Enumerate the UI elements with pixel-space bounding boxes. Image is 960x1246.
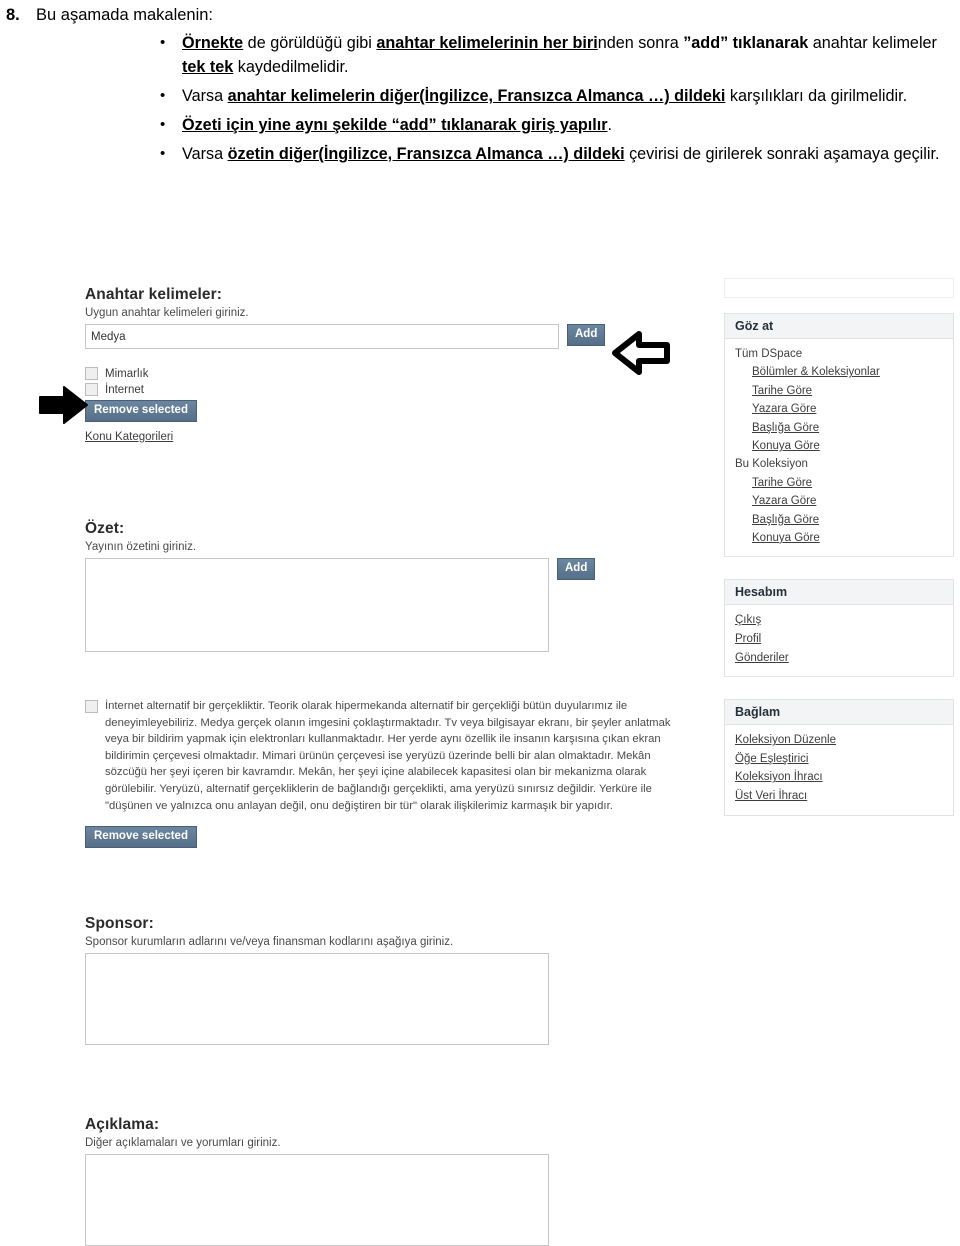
bullet-item-1: Örnekte de görüldüğü gibi anahtar kelime…: [0, 32, 960, 80]
browse-all-link-0[interactable]: Bölümler & Koleksiyonlar: [735, 363, 944, 381]
panel-context: Bağlam Koleksiyon Düzenle Öğe Eşleştiric…: [724, 699, 954, 816]
item-number: 8.: [6, 6, 20, 24]
browse-collection-label: Bu Koleksiyon: [735, 458, 808, 471]
panel-browse-body: Tüm DSpace Bölümler & Koleksiyonlar Tari…: [725, 339, 953, 556]
link-konuya-gore-coll[interactable]: Konuya Göre: [752, 532, 820, 544]
browse-group-collection: Bu Koleksiyon Tarihe Göre Yazara Göre Ba…: [735, 455, 944, 547]
keyword-input[interactable]: [85, 324, 559, 349]
checkbox-icon[interactable]: [85, 700, 98, 713]
panel-browse-title: Göz at: [725, 314, 953, 339]
browse-all-link-2[interactable]: Yazara Göre: [735, 400, 944, 418]
bullet-list: Örnekte de görüldüğü gibi anahtar kelime…: [0, 32, 960, 167]
bullet-text-1: Örnekte de görüldüğü gibi anahtar kelime…: [182, 34, 937, 77]
browse-collection-link-0[interactable]: Tarihe Göre: [735, 474, 944, 492]
panel-account-body: Çıkış Profil Gönderiler: [725, 605, 953, 676]
account-link-0[interactable]: Çıkış: [735, 611, 944, 630]
instruction-block: 8. Bu aşamada makalenin: Örnekte de görü…: [0, 0, 960, 172]
description-textarea[interactable]: [85, 1154, 549, 1246]
checkbox-icon[interactable]: [85, 383, 98, 396]
abstract-entry-section: İnternet alternatif bir gerçekliktir. Te…: [85, 698, 700, 848]
keyword-add-button[interactable]: Add: [567, 324, 606, 346]
browse-all-link-1[interactable]: Tarihe Göre: [735, 382, 944, 400]
arrow-right-annotation-icon: [39, 386, 88, 424]
browse-collection-link-3[interactable]: Konuya Göre: [735, 529, 944, 547]
bullet-text-4: Varsa özetin diğer(İngilizce, Fransızca …: [182, 145, 940, 164]
keyword-checkbox-label-1: Mimarlık: [105, 367, 149, 380]
numbered-item: 8. Bu aşamada makalenin:: [0, 0, 960, 26]
description-section: Açıklama: Diğer açıklamaları ve yorumlar…: [85, 1116, 690, 1246]
browse-all-link-3[interactable]: Başlığa Göre: [735, 419, 944, 437]
bullet-item-2: Varsa anahtar kelimelerin diğer(İngilizc…: [0, 85, 960, 109]
account-link-2[interactable]: Gönderiler: [735, 649, 944, 668]
description-hint: Diğer açıklamaları ve yorumları giriniz.: [85, 1137, 281, 1149]
link-gonderiler[interactable]: Gönderiler: [735, 652, 789, 664]
panel-context-body: Koleksiyon Düzenle Öğe Eşleştirici Kolek…: [725, 725, 953, 815]
browse-collection-link-1[interactable]: Yazara Göre: [735, 492, 944, 510]
bullet-item-3: Özeti için yine aynı şekilde “add” tıkla…: [0, 114, 960, 138]
sponsor-section: Sponsor: Sponsor kurumların adlarını ve/…: [85, 915, 690, 1045]
bullet-text-2: Varsa anahtar kelimelerin diğer(İngilizc…: [182, 87, 908, 106]
sidebar-top-blank-panel: [724, 278, 954, 298]
sponsor-label: Sponsor:: [85, 915, 154, 932]
context-link-1[interactable]: Öğe Eşleştirici: [735, 750, 944, 769]
abstract-add-button[interactable]: Add: [557, 558, 596, 580]
browse-group-all: Tüm DSpace Bölümler & Koleksiyonlar Tari…: [735, 345, 944, 455]
link-ust-veri-ihraci[interactable]: Üst Veri İhracı: [735, 790, 807, 802]
abstract-entry-row: İnternet alternatif bir gerçekliktir. Te…: [85, 698, 690, 814]
keywords-remove-selected-button[interactable]: Remove selected: [85, 400, 197, 422]
link-cikis[interactable]: Çıkış: [735, 614, 761, 626]
browse-all-link-4[interactable]: Konuya Göre: [735, 437, 944, 455]
abstract-section: Özet: Yayının özetini giriniz. Add: [85, 520, 690, 652]
keywords-hint: Uygun anahtar kelimeleri giriniz.: [85, 307, 249, 319]
panel-browse: Göz at Tüm DSpace Bölümler & Koleksiyonl…: [724, 313, 954, 558]
panel-account: Hesabım Çıkış Profil Gönderiler: [724, 579, 954, 678]
item-text: Bu aşamada makalenin:: [36, 6, 214, 24]
context-link-0[interactable]: Koleksiyon Düzenle: [735, 731, 944, 750]
link-konuya-gore-all[interactable]: Konuya Göre: [752, 440, 820, 452]
abstract-hint: Yayının özetini giriniz.: [85, 541, 197, 553]
browse-all-label: Tüm DSpace: [735, 348, 803, 360]
description-label: Açıklama:: [85, 1116, 160, 1133]
abstract-remove-selected-button[interactable]: Remove selected: [85, 826, 197, 848]
abstract-entry-text: İnternet alternatif bir gerçekliktir. Te…: [105, 700, 671, 812]
keywords-section: Anahtar kelimeler: Uygun anahtar kelimel…: [85, 286, 690, 443]
link-tarihe-gore-coll[interactable]: Tarihe Göre: [752, 477, 812, 489]
sidebar: Göz at Tüm DSpace Bölümler & Koleksiyonl…: [724, 278, 954, 836]
panel-account-title: Hesabım: [725, 580, 953, 606]
browse-collection-link-2[interactable]: Başlığa Göre: [735, 511, 944, 529]
abstract-label: Özet:: [85, 520, 125, 537]
context-link-3[interactable]: Üst Veri İhracı: [735, 787, 944, 806]
keywords-label: Anahtar kelimeler:: [85, 286, 223, 303]
keyword-checkbox-row-2[interactable]: İnternet: [85, 383, 690, 396]
bullet-item-4: Varsa özetin diğer(İngilizce, Fransızca …: [0, 143, 960, 167]
abstract-input-row: Add: [85, 558, 690, 652]
keyword-checkbox-label-2: İnternet: [105, 383, 144, 396]
link-profil[interactable]: Profil: [735, 633, 761, 645]
link-yazara-gore-all[interactable]: Yazara Göre: [752, 403, 816, 415]
account-link-1[interactable]: Profil: [735, 630, 944, 649]
link-bolumler-koleksiyonlar[interactable]: Bölümler & Koleksiyonlar: [752, 366, 880, 378]
sponsor-hint: Sponsor kurumların adlarını ve/veya fina…: [85, 936, 454, 948]
link-basliga-gore-all[interactable]: Başlığa Göre: [752, 422, 819, 434]
konu-kategorileri-link[interactable]: Konu Kategorileri: [85, 431, 173, 443]
abstract-textarea[interactable]: [85, 558, 549, 652]
checkbox-icon[interactable]: [85, 367, 98, 380]
link-koleksiyon-duzenle[interactable]: Koleksiyon Düzenle: [735, 734, 836, 746]
sponsor-textarea[interactable]: [85, 953, 549, 1045]
link-tarihe-gore-all[interactable]: Tarihe Göre: [752, 385, 812, 397]
keywords-input-row: Add: [85, 324, 690, 349]
link-yazara-gore-coll[interactable]: Yazara Göre: [752, 495, 816, 507]
embedded-screenshot: Anahtar kelimeler: Uygun anahtar kelimel…: [0, 278, 960, 1246]
context-link-2[interactable]: Koleksiyon İhracı: [735, 768, 944, 787]
link-koleksiyon-ihraci[interactable]: Koleksiyon İhracı: [735, 771, 823, 783]
keyword-checkbox-row-1[interactable]: Mimarlık: [85, 367, 690, 380]
panel-context-title: Bağlam: [725, 700, 953, 726]
link-oge-eslestirici[interactable]: Öğe Eşleştirici: [735, 753, 809, 765]
bullet-text-3: Özeti için yine aynı şekilde “add” tıkla…: [182, 116, 613, 135]
link-basliga-gore-coll[interactable]: Başlığa Göre: [752, 514, 819, 526]
